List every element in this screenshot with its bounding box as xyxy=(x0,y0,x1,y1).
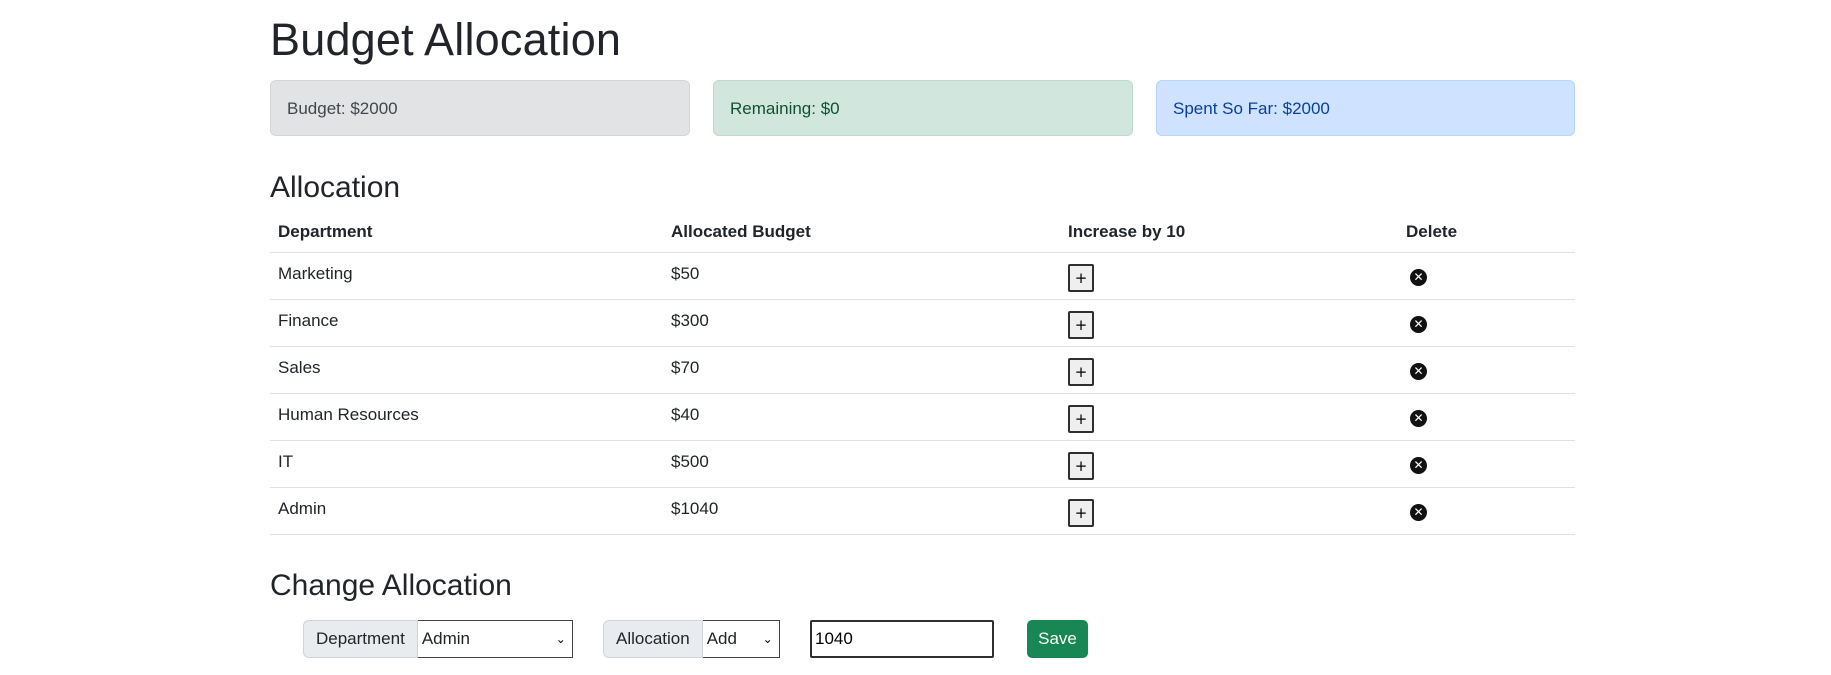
table-row: Admin $1040 + ✕ xyxy=(270,487,1575,535)
increase-cell: + xyxy=(1060,393,1398,441)
department-cell: Finance xyxy=(270,299,663,347)
department-selected-value: Admin xyxy=(421,629,471,648)
allocation-table: Department Allocated Budget Increase by … xyxy=(270,212,1575,535)
x-circle-icon[interactable]: ✕ xyxy=(1410,504,1427,521)
allocated-budget: $300 xyxy=(671,311,709,330)
table-row: Finance $300 + ✕ xyxy=(270,299,1575,347)
table-row: Human Resources $40 + ✕ xyxy=(270,393,1575,441)
x-circle-icon[interactable]: ✕ xyxy=(1410,457,1427,474)
budget-cell: $40 xyxy=(663,393,1060,441)
increase-button[interactable]: + xyxy=(1068,499,1094,527)
change-allocation-form: Department Admin ⌄ Allocation Add ⌄ Save xyxy=(270,620,1575,658)
increase-button[interactable]: + xyxy=(1068,452,1094,480)
spent-box: Spent So Far: $2000 xyxy=(1156,80,1575,136)
budget-cell: $1040 xyxy=(663,487,1060,535)
department-name: Human Resources xyxy=(278,405,419,424)
department-cell: Human Resources xyxy=(270,393,663,441)
x-circle-icon[interactable]: ✕ xyxy=(1410,363,1427,380)
budget-cell: $500 xyxy=(663,440,1060,488)
delete-cell: ✕ xyxy=(1398,487,1575,535)
allocation-type-select[interactable]: Add ⌄ xyxy=(702,620,780,658)
department-name: Admin xyxy=(278,499,327,518)
header-allocated-budget: Allocated Budget xyxy=(663,212,1060,253)
x-circle-icon[interactable]: ✕ xyxy=(1410,269,1427,286)
increase-button[interactable]: + xyxy=(1068,311,1094,339)
remaining-box: Remaining: $0 xyxy=(713,80,1133,136)
table-row: Marketing $50 + ✕ xyxy=(270,252,1575,300)
chevron-down-icon: ⌄ xyxy=(762,632,773,646)
delete-cell: ✕ xyxy=(1398,299,1575,347)
allocated-budget: $50 xyxy=(671,264,700,283)
allocation-input-group: Allocation Add ⌄ xyxy=(603,620,780,658)
table-header-row: Department Allocated Budget Increase by … xyxy=(270,212,1575,253)
department-name: Sales xyxy=(278,358,321,377)
change-allocation-heading: Change Allocation xyxy=(270,569,512,602)
allocation-selected-value: Add xyxy=(706,629,737,648)
table-row: IT $500 + ✕ xyxy=(270,440,1575,488)
increase-button[interactable]: + xyxy=(1068,358,1094,386)
department-cell: IT xyxy=(270,440,663,488)
delete-cell: ✕ xyxy=(1398,252,1575,300)
department-cell: Sales xyxy=(270,346,663,394)
department-label: Department xyxy=(303,620,418,658)
spent-text: Spent So Far: $2000 xyxy=(1173,99,1330,118)
budget-cell: $70 xyxy=(663,346,1060,394)
budget-box: Budget: $2000 xyxy=(270,80,690,136)
department-cell: Admin xyxy=(270,487,663,535)
department-name: IT xyxy=(278,452,294,471)
increase-cell: + xyxy=(1060,299,1398,347)
delete-cell: ✕ xyxy=(1398,346,1575,394)
x-circle-icon[interactable]: ✕ xyxy=(1410,316,1427,333)
increase-cell: + xyxy=(1060,440,1398,488)
allocation-label: Allocation xyxy=(603,620,703,658)
chevron-down-icon: ⌄ xyxy=(555,632,566,646)
increase-cell: + xyxy=(1060,346,1398,394)
delete-cell: ✕ xyxy=(1398,440,1575,488)
increase-cell: + xyxy=(1060,487,1398,535)
allocation-heading: Allocation xyxy=(270,171,401,204)
budget-text: Budget: $2000 xyxy=(287,99,398,118)
department-select[interactable]: Admin ⌄ xyxy=(417,620,573,658)
allocated-budget: $40 xyxy=(671,405,700,424)
remaining-text: Remaining: $0 xyxy=(730,99,840,118)
allocated-budget: $70 xyxy=(671,358,700,377)
page-title: Budget Allocation xyxy=(270,14,622,65)
header-department: Department xyxy=(270,212,663,253)
header-delete: Delete xyxy=(1398,212,1575,253)
x-circle-icon[interactable]: ✕ xyxy=(1410,410,1427,427)
header-increase: Increase by 10 xyxy=(1060,212,1398,253)
department-input-group: Department Admin ⌄ xyxy=(303,620,573,658)
save-button[interactable]: Save xyxy=(1027,620,1088,658)
table-row: Sales $70 + ✕ xyxy=(270,346,1575,394)
amount-input[interactable] xyxy=(810,620,994,658)
allocated-budget: $1040 xyxy=(671,499,719,518)
increase-button[interactable]: + xyxy=(1068,264,1094,292)
budget-cell: $300 xyxy=(663,299,1060,347)
budget-cell: $50 xyxy=(663,252,1060,300)
increase-cell: + xyxy=(1060,252,1398,300)
delete-cell: ✕ xyxy=(1398,393,1575,441)
department-name: Marketing xyxy=(278,264,353,283)
department-name: Finance xyxy=(278,311,339,330)
allocated-budget: $500 xyxy=(671,452,709,471)
increase-button[interactable]: + xyxy=(1068,405,1094,433)
department-cell: Marketing xyxy=(270,252,663,300)
